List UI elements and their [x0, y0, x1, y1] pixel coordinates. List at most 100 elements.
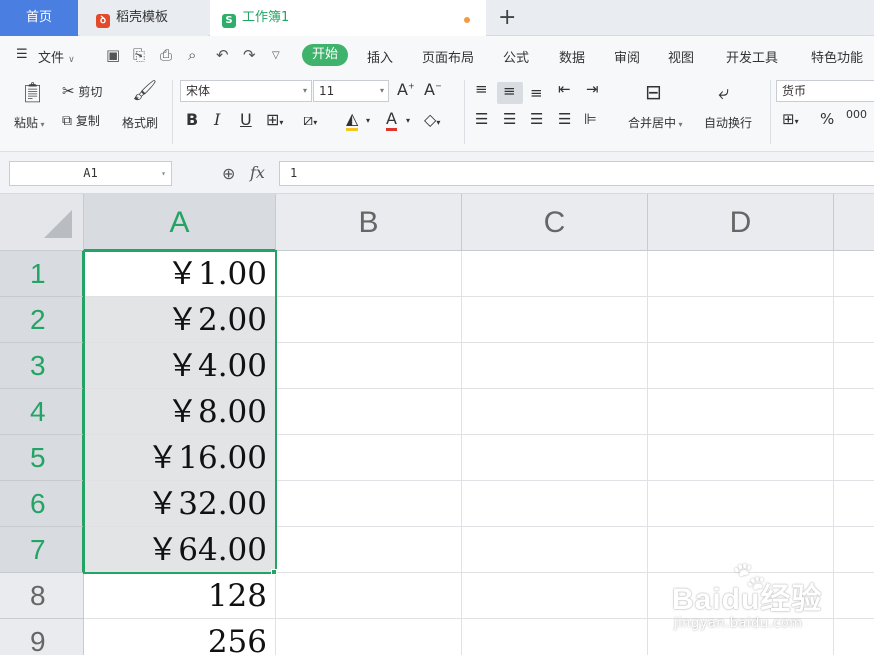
accounting-format-icon[interactable]: ⊞▾: [782, 110, 799, 128]
cell-a5[interactable]: ￥16.00: [84, 435, 276, 481]
menu-view[interactable]: 视图: [668, 47, 694, 66]
row-header[interactable]: 3: [0, 343, 84, 389]
ribbon-divider: [770, 80, 771, 144]
outdent-icon[interactable]: ⇤: [558, 80, 571, 98]
cell-a1[interactable]: ￥1.00: [84, 251, 276, 297]
paste-label: 粘贴: [14, 116, 39, 130]
number-format-value: 货币: [782, 84, 807, 98]
menu-formulas[interactable]: 公式: [503, 47, 529, 66]
chevron-down-icon: ▾: [38, 120, 45, 129]
tab-home[interactable]: 首页: [0, 0, 78, 36]
row-header[interactable]: 1: [0, 251, 84, 297]
menu-developer[interactable]: 开发工具: [726, 47, 778, 66]
export-icon[interactable]: ⎘: [133, 46, 145, 64]
align-top-icon[interactable]: ≡: [475, 80, 488, 98]
cell-a2[interactable]: ￥2.00: [84, 297, 276, 343]
fill-color-icon[interactable]: ◭: [346, 110, 359, 131]
function-icon[interactable]: fx: [250, 163, 265, 182]
column-header-c[interactable]: C: [462, 194, 648, 251]
ribbon: 📋︎ 粘贴 ▾ ✂ 剪切 ⧉ 复制 🖌︎ 格式刷 宋体 ▾ 11 ▾ A+ A− B…: [0, 74, 874, 152]
indent-icon[interactable]: ⇥: [586, 80, 599, 98]
decrease-font-icon[interactable]: A−: [424, 80, 442, 99]
row-header[interactable]: 9: [0, 619, 84, 655]
new-tab-button[interactable]: +: [498, 5, 516, 31]
menu-review[interactable]: 审阅: [614, 47, 640, 66]
column-header-d[interactable]: D: [648, 194, 834, 251]
font-size-select[interactable]: 11 ▾: [313, 80, 389, 102]
print-preview-icon[interactable]: ⌕: [188, 46, 196, 64]
format-painter-button[interactable]: 格式刷: [122, 114, 158, 131]
select-all-corner[interactable]: [0, 194, 84, 251]
chevron-down-icon[interactable]: ▾: [366, 116, 370, 125]
italic-icon[interactable]: I: [214, 110, 220, 129]
cut-button[interactable]: ✂ 剪切: [62, 82, 102, 100]
merge-center-button[interactable]: 合并居中 ▾: [628, 114, 683, 131]
tab-workbook[interactable]: S 工作簿1: [210, 0, 486, 36]
chevron-down-icon: ▾: [379, 86, 384, 95]
number-format-select[interactable]: 货币: [776, 80, 874, 102]
cell-a8[interactable]: 128: [84, 573, 276, 619]
wrap-text-icon[interactable]: ⤶: [718, 80, 729, 104]
align-center-icon[interactable]: ☰: [503, 110, 516, 128]
thousands-button[interactable]: 000: [846, 108, 867, 121]
cell-a4[interactable]: ￥8.00: [84, 389, 276, 435]
paste-button[interactable]: 粘贴 ▾: [14, 114, 45, 131]
copy-label: 复制: [75, 114, 100, 128]
cell-style-icon[interactable]: ⧄▾: [303, 110, 317, 130]
align-right-icon[interactable]: ☰: [530, 110, 543, 128]
align-bottom-icon[interactable]: ≡: [530, 84, 543, 102]
percent-button[interactable]: %: [820, 110, 834, 128]
row-header[interactable]: 2: [0, 297, 84, 343]
name-box-value: A1: [83, 166, 98, 180]
save-icon[interactable]: ▣: [106, 46, 120, 64]
menu-insert[interactable]: 插入: [367, 47, 393, 66]
justify-icon[interactable]: ☰: [558, 110, 571, 128]
formula-input[interactable]: 1: [279, 161, 874, 186]
distribute-icon[interactable]: ⊫: [584, 110, 597, 128]
cell-a7[interactable]: ￥64.00: [84, 527, 276, 573]
column-header-a[interactable]: A: [84, 194, 276, 251]
underline-icon[interactable]: U: [240, 110, 252, 129]
watermark-url: jingyan.baidu.com: [674, 616, 803, 631]
merge-center-label: 合并居中: [628, 116, 677, 130]
menu-icon[interactable]: ☰: [16, 47, 28, 62]
font-color-icon[interactable]: A: [386, 110, 397, 131]
undo-icon[interactable]: ↶: [216, 46, 229, 64]
copy-button[interactable]: ⧉ 复制: [62, 112, 100, 129]
merge-center-icon[interactable]: ⊟: [645, 80, 662, 104]
menu-data[interactable]: 数据: [559, 47, 585, 66]
file-menu[interactable]: 文件 ∨: [38, 47, 75, 66]
clear-format-icon[interactable]: ◇▾: [424, 110, 440, 129]
paste-icon[interactable]: 📋︎: [20, 80, 45, 104]
chevron-down-icon[interactable]: ▾: [406, 116, 410, 125]
align-left-icon[interactable]: ☰: [475, 110, 488, 128]
wrap-text-button[interactable]: 自动换行: [704, 114, 752, 131]
row-header[interactable]: 5: [0, 435, 84, 481]
menu-start[interactable]: 开始: [302, 44, 348, 66]
increase-font-icon[interactable]: A+: [397, 80, 415, 99]
format-painter-icon[interactable]: 🖌︎: [132, 78, 157, 102]
tab-template[interactable]: ꝺ 稻壳模板: [80, 0, 208, 36]
row-header[interactable]: 7: [0, 527, 84, 573]
menu-special[interactable]: 特色功能: [811, 47, 863, 66]
menu-page-layout[interactable]: 页面布局: [422, 47, 474, 66]
cell-a9[interactable]: 256: [84, 619, 276, 655]
customize-toolbar-icon[interactable]: ▽: [272, 50, 280, 61]
chevron-down-icon: ∨: [68, 55, 75, 65]
row-header[interactable]: 6: [0, 481, 84, 527]
align-middle-icon[interactable]: ≡: [503, 82, 516, 100]
name-box[interactable]: A1 ▾: [9, 161, 172, 186]
bold-icon[interactable]: B: [186, 110, 198, 129]
redo-icon[interactable]: ↷: [243, 46, 256, 64]
font-name-select[interactable]: 宋体 ▾: [180, 80, 312, 102]
column-header-b[interactable]: B: [276, 194, 462, 251]
cell-a6[interactable]: ￥32.00: [84, 481, 276, 527]
row-header[interactable]: 4: [0, 389, 84, 435]
column-header-e[interactable]: [834, 194, 874, 251]
border-icon[interactable]: ⊞▾: [266, 110, 283, 129]
zoom-icon[interactable]: ⊕: [222, 164, 235, 183]
row-header[interactable]: 8: [0, 573, 84, 619]
print-icon[interactable]: ⎙: [160, 46, 172, 64]
fill-handle[interactable]: [271, 569, 277, 575]
cell-a3[interactable]: ￥4.00: [84, 343, 276, 389]
